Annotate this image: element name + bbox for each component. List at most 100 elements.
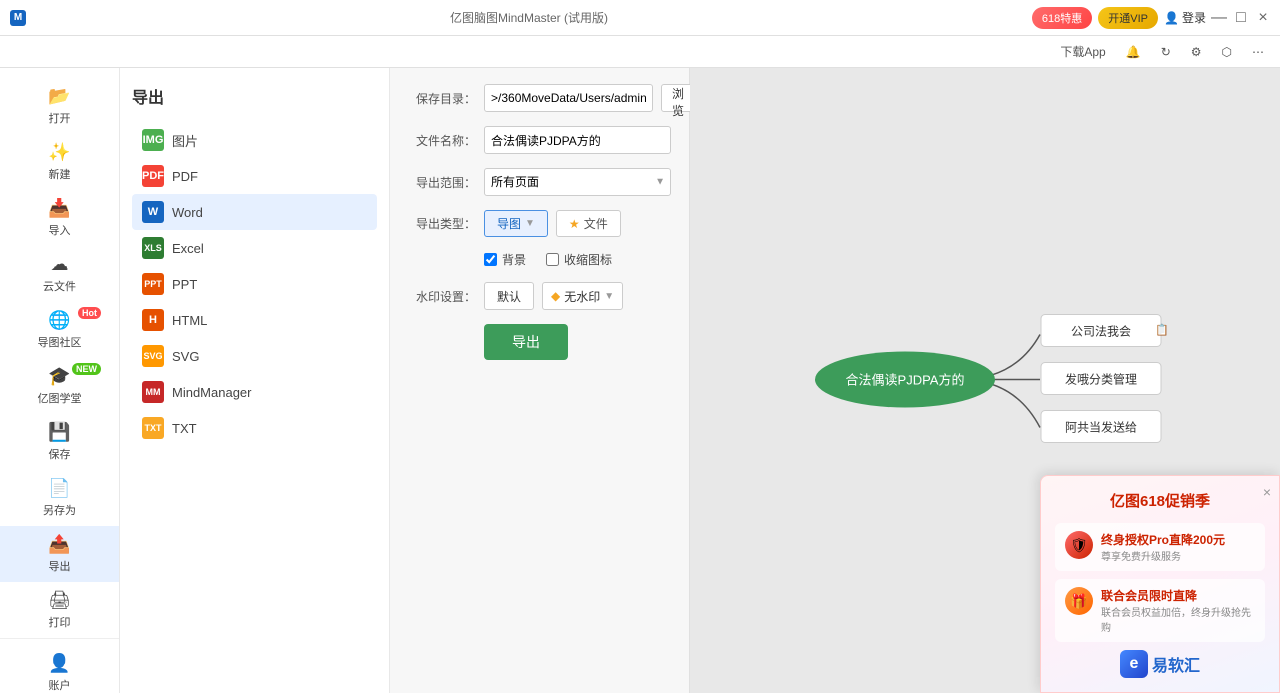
export-button[interactable]: 导出 [484,324,568,360]
export-panel: 导出 IMG 图片 PDF PDF W Word XLS Excel PPT P… [120,68,390,693]
new-icon: ✨ [48,142,70,163]
format-icon-ppt: PPT [142,273,164,295]
sidebar-item-learn[interactable]: 🎓 亿图学堂 NEW [0,358,119,414]
type-file-button[interactable]: ★ 文件 [556,210,621,237]
share-icon: ⬡ [1222,45,1232,59]
promo-item-2[interactable]: 🎁 联合会员限时直降 联合会员权益加倍，终身升级抢先购 [1055,579,1265,642]
close-button[interactable]: × [1256,11,1270,25]
canvas-area: 合法偶读PJDPA方的 公司法我会 📋 发哦分类管理 阿共当发送给 × 亿图61… [690,68,1280,693]
format-pdf[interactable]: PDF PDF [132,158,377,194]
promo-item-1[interactable]: 🛡 终身授权Pro直降200元 尊享免费升级服务 [1055,523,1265,571]
format-excel[interactable]: XLS Excel [132,230,377,266]
sidebar-item-account[interactable]: 👤 账户 [0,645,119,693]
mind-map-svg: 合法偶读PJDPA方的 公司法我会 📋 发哦分类管理 阿共当发送给 [785,279,1185,479]
format-html[interactable]: H HTML [132,302,377,338]
svg-text:📋: 📋 [1155,323,1169,336]
format-icon-img: IMG [142,129,164,151]
watermark-default-button[interactable]: 默认 [484,282,534,310]
refresh-button[interactable]: ↻ [1155,43,1177,61]
promo-item2-title: 联合会员限时直降 [1101,587,1255,604]
hot-badge: Hot [78,307,101,319]
mind-map-container: 合法偶读PJDPA方的 公司法我会 📋 发哦分类管理 阿共当发送给 [785,279,1185,482]
maximize-button[interactable]: □ [1234,11,1248,25]
checkbox-row: 背景 收缩图标 [484,251,671,268]
type-diagram-button[interactable]: 导图 ▼ [484,210,548,237]
import-icon: 📥 [48,198,70,219]
sidebar-item-new[interactable]: ✨ 新建 [0,134,119,190]
diagram-arrow-icon: ▼ [525,218,535,229]
save-icon: 💾 [48,422,70,443]
shrink-checkbox-label[interactable]: 收缩图标 [546,251,612,268]
sidebar-item-open[interactable]: 📂 打开 [0,78,119,134]
app-title: 亿图脑图MindMaster (试用版) [450,9,608,26]
learn-icon: 🎓 [48,366,70,387]
svg-text:阿共当发送给: 阿共当发送给 [1065,419,1137,434]
save-dir-label: 保存目录： [408,90,476,107]
format-mindmanager[interactable]: MM MindManager [132,374,377,410]
new-badge: NEW [72,363,101,375]
save-dir-row: 保存目录： 浏览 [408,84,671,112]
export-range-select-wrap: 所有页面 当前页面 选中页面 ▼ [484,168,671,196]
sidebar-item-community[interactable]: 🌐 导图社区 Hot [0,302,119,358]
export-range-select[interactable]: 所有页面 当前页面 选中页面 [484,168,671,196]
logo-e-icon: e [1120,650,1148,678]
bg-checkbox-label[interactable]: 背景 [484,251,526,268]
btn-618[interactable]: 618特惠 [1032,7,1092,29]
promo-close-button[interactable]: × [1263,484,1271,500]
settings-icon: ⚙ [1191,45,1202,59]
settings-area: 保存目录： 浏览 文件名称： 导出范围： 所有页面 当前页面 选中页面 ▼ 导出… [390,68,690,693]
format-icon-svg: SVG [142,345,164,367]
promo-title: 亿图618促销季 [1055,490,1265,511]
bell-icon: 🔔 [1126,45,1141,59]
watermark-arrow-icon: ▼ [604,291,614,302]
svg-text:合法偶读PJDPA方的: 合法偶读PJDPA方的 [846,372,965,387]
minimize-button[interactable]: — [1212,11,1226,25]
bell-button[interactable]: 🔔 [1120,43,1147,61]
format-img[interactable]: IMG 图片 [132,122,377,158]
save-dir-input[interactable] [484,84,653,112]
titlebar: M 亿图脑图MindMaster (试用版) 618特惠 开通VIP 👤 登录 … [0,0,1280,36]
titlebar-right: 618特惠 开通VIP 👤 登录 — □ × [1032,7,1270,29]
share-button[interactable]: ⬡ [1216,43,1238,61]
export-action-row: 导出 [408,324,671,360]
window-controls: — □ × [1212,11,1270,25]
promo-popup: × 亿图618促销季 🛡 终身授权Pro直降200元 尊享免费升级服务 🎁 联合… [1040,475,1280,693]
promo-logo-text: 易软汇 [1152,652,1200,676]
saveas-icon: 📄 [48,478,70,499]
export-panel-title: 导出 [132,84,377,108]
sidebar: 📂 打开 ✨ 新建 📥 导入 ☁ 云文件 🌐 导图社区 Hot 🎓 亿图学堂 N… [0,68,120,693]
more-button[interactable]: ⋯ [1246,43,1270,61]
watermark-label: 水印设置： [408,288,476,305]
format-icon-txt: TXT [142,417,164,439]
print-icon: 🖨 [48,590,71,611]
btn-vip[interactable]: 开通VIP [1098,7,1158,29]
main-area: 📂 打开 ✨ 新建 📥 导入 ☁ 云文件 🌐 导图社区 Hot 🎓 亿图学堂 N… [0,68,1280,693]
download-app-button[interactable]: 下载App [1054,41,1111,62]
export-range-row: 导出范围： 所有页面 当前页面 选中页面 ▼ [408,168,671,196]
promo-item1-title: 终身授权Pro直降200元 [1101,531,1225,548]
sidebar-item-print[interactable]: 🖨 打印 [0,582,119,638]
sidebar-item-saveas[interactable]: 📄 另存为 [0,470,119,526]
format-ppt[interactable]: PPT PPT [132,266,377,302]
format-icon-mm: MM [142,381,164,403]
toolbar2: 下载App 🔔 ↻ ⚙ ⬡ ⋯ [0,36,1280,68]
sidebar-item-import[interactable]: 📥 导入 [0,190,119,246]
promo-item1-sub: 尊享免费升级服务 [1101,548,1225,563]
btn-login[interactable]: 👤 登录 [1164,9,1206,26]
bg-checkbox[interactable] [484,253,497,266]
shrink-checkbox[interactable] [546,253,559,266]
sidebar-item-cloud[interactable]: ☁ 云文件 [0,246,119,302]
format-word[interactable]: W Word [132,194,377,230]
format-svg[interactable]: SVG SVG [132,338,377,374]
refresh-icon: ↻ [1161,45,1171,59]
format-txt[interactable]: TXT TXT [132,410,377,446]
titlebar-left: M [10,10,26,26]
file-name-input[interactable] [484,126,671,154]
settings-button[interactable]: ⚙ [1185,43,1208,61]
watermark-select[interactable]: ◆ 无水印 ▼ [542,282,623,310]
community-icon: 🌐 [48,310,70,331]
export-format-list: IMG 图片 PDF PDF W Word XLS Excel PPT PPT … [132,122,377,446]
watermark-row: 水印设置： 默认 ◆ 无水印 ▼ [408,282,671,310]
sidebar-item-save[interactable]: 💾 保存 [0,414,119,470]
sidebar-item-export[interactable]: 📤 导出 [0,526,119,582]
